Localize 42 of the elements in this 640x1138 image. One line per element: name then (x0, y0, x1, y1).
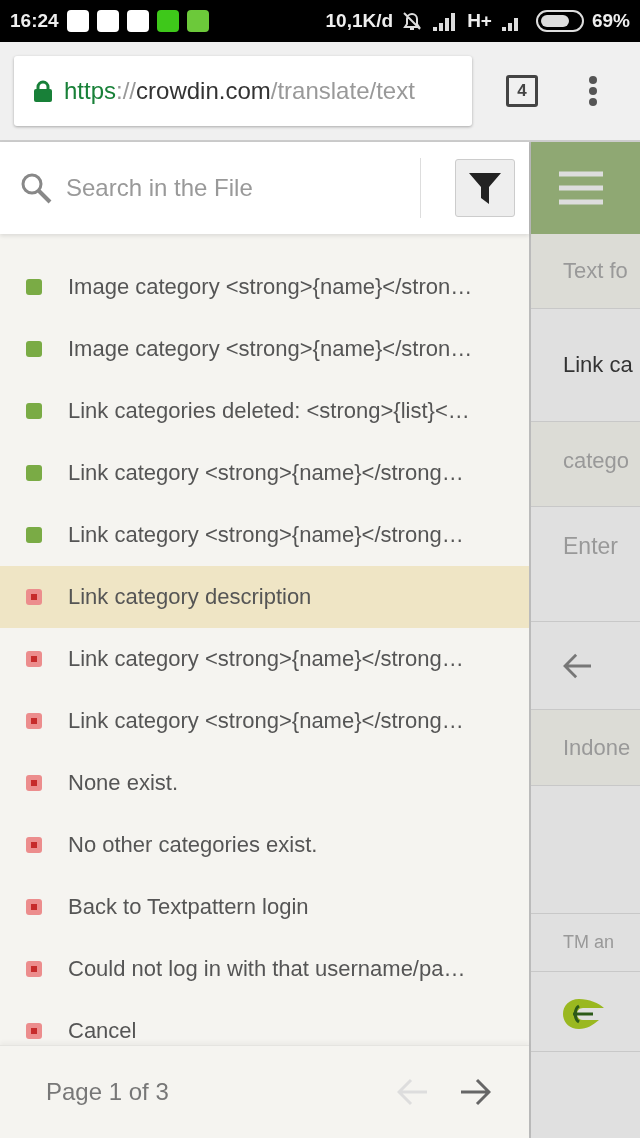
url-text: https://crowdin.com/translate/text (64, 77, 415, 105)
network-type: H+ (467, 10, 492, 32)
string-row[interactable]: Link category <strong>{name}</strong… (0, 628, 529, 690)
tab-count-button[interactable]: 4 (506, 75, 538, 107)
logo-icon (563, 998, 605, 1030)
string-row[interactable]: Image category <strong>{name}</stron… (0, 256, 529, 318)
back-icon[interactable] (563, 652, 593, 679)
clock: 16:24 (10, 10, 59, 32)
string-row[interactable]: Link categories deleted: <strong>{list}<… (0, 380, 529, 442)
string-row[interactable]: Link category <strong>{name}</strong… (0, 690, 529, 752)
arrow-icon (459, 1078, 491, 1106)
search-icon (20, 172, 52, 204)
filter-icon (468, 171, 502, 205)
address-bar[interactable]: https://crowdin.com/translate/text (14, 56, 472, 126)
string-row[interactable]: Link category description (0, 566, 529, 628)
more-icon[interactable] (588, 76, 598, 106)
source-text: Link ca (563, 352, 633, 378)
language-label: Indone (563, 734, 631, 761)
arrow-icon (397, 1078, 429, 1106)
string-row[interactable]: Back to Textpattern login (0, 876, 529, 938)
notification-icon (126, 10, 149, 32)
string-row[interactable]: None exist. (0, 752, 529, 814)
notification-icon (96, 10, 119, 32)
string-row[interactable]: Image category <strong>{name}</stron… (0, 318, 529, 380)
battery-percent: 69% (591, 10, 630, 32)
battery-icon (535, 10, 584, 32)
notification-icon (186, 10, 209, 32)
string-row[interactable]: Link category <strong>{name}</strong… (0, 442, 529, 504)
bell-off-icon (401, 10, 424, 32)
string-row[interactable]: Cancel (0, 1000, 529, 1045)
lock-icon (34, 80, 52, 102)
string-row[interactable]: Link category <strong>{name}</strong… (0, 504, 529, 566)
string-row[interactable]: No other categories exist. (0, 814, 529, 876)
filter-button[interactable] (455, 159, 515, 217)
tag-label: catego (563, 448, 630, 474)
footer-text: TM an (563, 932, 614, 953)
page-indicator: Page 1 of 3 (46, 1078, 170, 1106)
notification-icon (66, 10, 89, 32)
string-row[interactable]: Could not log in with that username/pa… (0, 938, 529, 1000)
data-usage: 10,1K/d (325, 10, 394, 32)
context-label: Text fo (563, 258, 628, 284)
notification-icon (156, 10, 179, 32)
